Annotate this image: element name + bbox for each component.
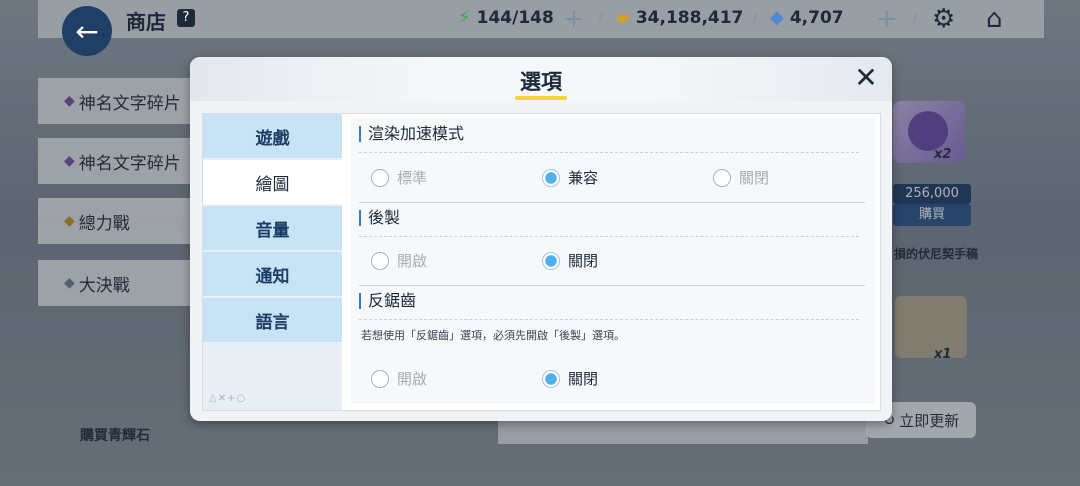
dialog-title: 選項 (520, 70, 562, 94)
back-button[interactable]: ← (62, 6, 112, 56)
divider (359, 236, 859, 237)
separator: / (912, 8, 919, 29)
section-title: 渲染加速模式 (359, 126, 464, 142)
radio-icon (713, 168, 731, 187)
help-button[interactable]: ? (177, 9, 195, 27)
add-ap-button[interactable]: + (563, 4, 585, 34)
home-icon[interactable]: ⌂ (986, 4, 1003, 34)
section-title: 後製 (359, 210, 400, 226)
render-mode-compatible-radio[interactable]: 兼容 (542, 167, 598, 188)
credit-card-icon: ▰ (616, 7, 630, 28)
tab-sound[interactable]: 音量 (203, 206, 342, 251)
anti-aliasing-off-radio[interactable]: 關閉 (542, 368, 598, 389)
tab-language[interactable]: 語言 (203, 298, 342, 343)
radio-selected-icon (542, 369, 560, 388)
render-mode-off-radio[interactable]: 關閉 (713, 167, 769, 188)
tab-notification[interactable]: 通知 (203, 252, 342, 297)
render-mode-standard-radio[interactable]: 標準 (371, 167, 427, 188)
radio-selected-icon (542, 251, 560, 270)
radio-selected-icon (542, 168, 560, 187)
gear-icon[interactable]: ⚙ (932, 4, 955, 34)
credits-counter: ▰ 34,188,417 (616, 7, 744, 28)
divider (359, 285, 865, 286)
radio-icon (371, 369, 389, 388)
tab-game[interactable]: 遊戲 (203, 114, 342, 159)
graphics-settings: 渲染加速模式 標準 兼容 關閉 後製 開啟 關閉 反鋸齒 若想使用「反鋸齒」選項… (351, 118, 875, 404)
page-title: 商店 (126, 10, 166, 34)
post-processing-off-radio[interactable]: 關閉 (542, 250, 598, 271)
section-title: 反鋸齒 (359, 293, 416, 309)
separator: / (597, 8, 604, 29)
arrow-left-icon: ← (75, 14, 99, 48)
ap-counter: ⚡ 144/148 (458, 7, 554, 28)
close-button[interactable]: ✕ (850, 62, 882, 94)
divider (359, 202, 865, 203)
options-tabs: 遊戲 繪圖 音量 通知 語言 △✕+○ (203, 114, 342, 410)
title-underline (515, 96, 567, 100)
options-dialog: 選項 ✕ 遊戲 繪圖 音量 通知 語言 △✕+○ 渲染加速模式 標準 兼容 關閉… (190, 57, 892, 421)
divider (359, 319, 859, 320)
divider (359, 152, 859, 153)
anti-aliasing-note: 若想使用「反鋸齒」選項，必須先開啟「後製」選項。 (361, 329, 625, 342)
lightning-icon: ⚡ (458, 7, 471, 28)
anti-aliasing-on-radio[interactable]: 開啟 (371, 368, 427, 389)
tab-graphics[interactable]: 繪圖 (203, 160, 342, 205)
add-gems-button[interactable]: + (876, 4, 898, 34)
dialog-body: 遊戲 繪圖 音量 通知 語言 △✕+○ 渲染加速模式 標準 兼容 關閉 後製 開… (202, 113, 881, 411)
gem-icon: ◆ (770, 7, 784, 28)
post-processing-on-radio[interactable]: 開啟 (371, 250, 427, 271)
radio-icon (371, 251, 389, 270)
radio-icon (371, 168, 389, 187)
separator: / (752, 8, 759, 29)
gems-counter: ◆ 4,707 (770, 7, 844, 28)
controller-symbols: △✕+○ (209, 393, 247, 404)
